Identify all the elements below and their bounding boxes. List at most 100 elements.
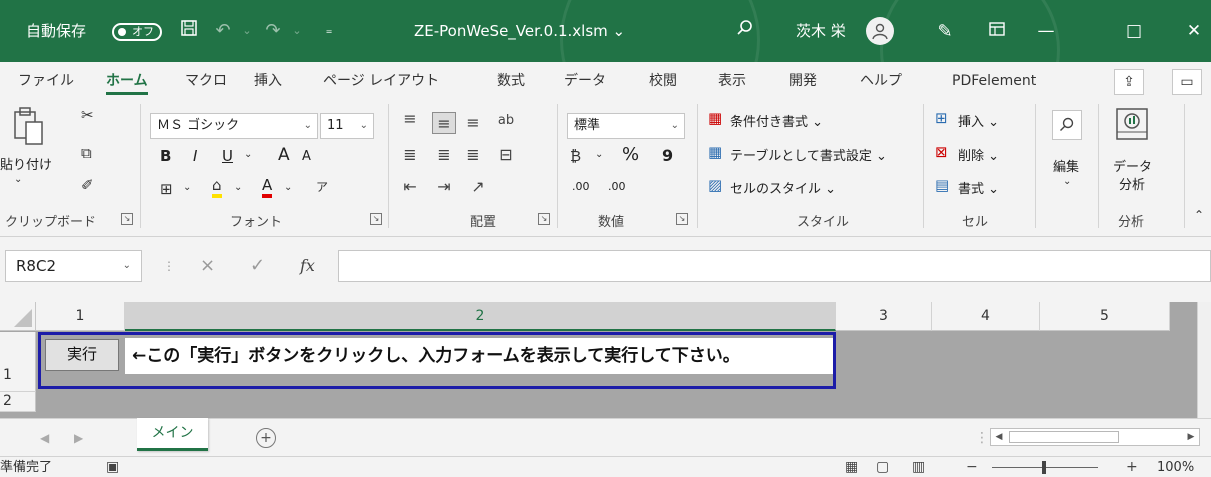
save-icon[interactable]: [178, 19, 200, 43]
cut-icon[interactable]: ✂: [81, 106, 94, 124]
increase-indent-icon[interactable]: ⇥: [432, 176, 456, 198]
column-header[interactable]: 5: [1040, 302, 1170, 331]
underline-dropdown-icon[interactable]: ⌄: [244, 149, 252, 160]
orientation-icon[interactable]: ↗: [466, 176, 490, 198]
align-middle-icon[interactable]: ≡: [432, 112, 456, 134]
tab-macro[interactable]: マクロ: [185, 62, 227, 100]
comma-button[interactable]: 9: [662, 146, 673, 165]
paste-dropdown-icon[interactable]: ⌄: [14, 174, 22, 185]
name-box[interactable]: R8C2 ⌄: [5, 250, 142, 282]
align-center-icon[interactable]: ≣: [432, 144, 456, 166]
align-right-icon[interactable]: ≣: [461, 144, 485, 166]
increase-decimal-button[interactable]: .00: [572, 180, 590, 193]
font-size-box[interactable]: 11 ⌄: [320, 113, 374, 139]
cancel-icon[interactable]: ×: [200, 250, 215, 282]
tab-page-layout[interactable]: ページ レイアウト: [323, 62, 439, 100]
add-sheet-button[interactable]: +: [256, 428, 276, 448]
editing-button[interactable]: 編集: [1053, 156, 1079, 175]
tab-pdfelement[interactable]: PDFelement: [952, 62, 1036, 100]
zoom-in-button[interactable]: +: [1126, 457, 1138, 477]
sheet-tab-main[interactable]: メイン: [137, 418, 208, 451]
column-header[interactable]: 4: [932, 302, 1040, 331]
bold-button[interactable]: B: [160, 147, 171, 165]
align-bottom-icon[interactable]: ≡: [461, 112, 485, 134]
merge-center-icon[interactable]: ⊟: [494, 144, 518, 166]
scroll-right-icon[interactable]: ▶: [1183, 429, 1199, 445]
column-header[interactable]: 2: [125, 302, 836, 331]
copy-icon[interactable]: ⧉: [81, 144, 92, 162]
insert-function-icon[interactable]: fx: [300, 250, 315, 282]
customize-qat-icon[interactable]: ₌: [318, 19, 340, 43]
macro-record-icon[interactable]: ▣: [106, 457, 119, 477]
paste-button[interactable]: 貼り付け: [0, 154, 52, 173]
clipboard-launcher-icon[interactable]: ↘: [121, 213, 133, 225]
formula-input[interactable]: [338, 250, 1211, 282]
phonetic-icon[interactable]: ア: [316, 178, 328, 195]
tab-insert[interactable]: 挿入: [254, 62, 282, 100]
tab-data[interactable]: データ: [564, 62, 606, 100]
horizontal-scrollbar[interactable]: ◀ ▶: [990, 428, 1200, 446]
tab-developer[interactable]: 開発: [789, 62, 817, 100]
maximize-button[interactable]: □: [1110, 0, 1158, 62]
select-all-button[interactable]: [0, 302, 36, 331]
redo-dropdown-icon[interactable]: ⌄: [286, 19, 308, 43]
italic-button[interactable]: I: [193, 147, 197, 165]
insert-cells-button[interactable]: 挿入 ⌄: [958, 111, 999, 130]
decrease-indent-icon[interactable]: ⇤: [398, 176, 422, 198]
column-header[interactable]: 1: [36, 302, 125, 331]
column-header[interactable]: 3: [836, 302, 932, 331]
tab-formulas[interactable]: 数式: [497, 62, 525, 100]
format-painter-icon[interactable]: ✐: [81, 176, 94, 194]
currency-dropdown-icon[interactable]: ⌄: [595, 149, 603, 160]
cell-styles-button[interactable]: セルのスタイル ⌄: [730, 178, 836, 197]
avatar[interactable]: [866, 17, 894, 45]
search-icon[interactable]: [1052, 110, 1082, 140]
share-icon[interactable]: ⇪: [1114, 69, 1144, 95]
undo-dropdown-icon[interactable]: ⌄: [236, 19, 258, 43]
align-left-icon[interactable]: ≣: [398, 144, 422, 166]
enter-icon[interactable]: ✓: [250, 250, 265, 282]
alignment-launcher-icon[interactable]: ↘: [538, 213, 550, 225]
paste-icon[interactable]: [12, 106, 44, 148]
data-analysis-icon[interactable]: [1114, 106, 1150, 146]
autosave-toggle[interactable]: オフ: [112, 23, 162, 41]
pen-icon[interactable]: ✎: [932, 19, 958, 45]
row-header[interactable]: 2: [0, 392, 36, 412]
undo-icon[interactable]: ↶: [212, 19, 234, 43]
font-color-button[interactable]: A: [262, 176, 273, 198]
ribbon-display-icon[interactable]: [984, 19, 1010, 45]
sheet-prev-icon[interactable]: ◀: [40, 419, 49, 457]
page-layout-view-icon[interactable]: ▢: [876, 457, 889, 477]
data-analysis-button-line1[interactable]: データ: [1113, 156, 1152, 175]
tab-split-grip-icon[interactable]: ⋮: [975, 419, 989, 457]
scroll-left-icon[interactable]: ◀: [991, 429, 1007, 445]
collapse-ribbon-icon[interactable]: ⌃: [1194, 208, 1204, 222]
tab-review[interactable]: 校閲: [649, 62, 677, 100]
vertical-scrollbar[interactable]: [1197, 302, 1211, 418]
decrease-decimal-button[interactable]: .00: [608, 180, 626, 193]
font-color-dropdown-icon[interactable]: ⌄: [284, 182, 292, 193]
align-top-icon[interactable]: ≡: [398, 108, 422, 130]
fill-dropdown-icon[interactable]: ⌄: [234, 182, 242, 193]
sheet-next-icon[interactable]: ▶: [74, 419, 83, 457]
currency-icon[interactable]: ₿: [570, 147, 581, 165]
font-launcher-icon[interactable]: ↘: [370, 213, 382, 225]
row-header[interactable]: 1: [0, 332, 36, 392]
page-break-view-icon[interactable]: ▥: [912, 457, 925, 477]
borders-dropdown-icon[interactable]: ⌄: [183, 182, 191, 193]
borders-icon[interactable]: ⊞: [160, 180, 173, 198]
zoom-slider-thumb[interactable]: [1042, 461, 1046, 474]
document-title[interactable]: ZE-PonWeSe_Ver.0.1.xlsm ⌄: [414, 0, 625, 62]
scroll-thumb[interactable]: [1009, 431, 1119, 443]
normal-view-icon[interactable]: ▦: [845, 457, 858, 477]
format-cells-button[interactable]: 書式 ⌄: [958, 178, 999, 197]
format-as-table-button[interactable]: テーブルとして書式設定 ⌄: [730, 145, 887, 164]
wrap-text-icon[interactable]: ab: [494, 110, 518, 132]
delete-cells-button[interactable]: 削除 ⌄: [958, 145, 999, 164]
data-analysis-button-line2[interactable]: 分析: [1119, 174, 1145, 193]
zoom-level[interactable]: 100%: [1157, 457, 1194, 477]
shrink-font-button[interactable]: A: [302, 149, 311, 164]
number-format-box[interactable]: 標準 ⌄: [567, 113, 685, 139]
percent-button[interactable]: %: [622, 144, 639, 165]
fill-color-icon[interactable]: ⌂: [212, 176, 222, 198]
